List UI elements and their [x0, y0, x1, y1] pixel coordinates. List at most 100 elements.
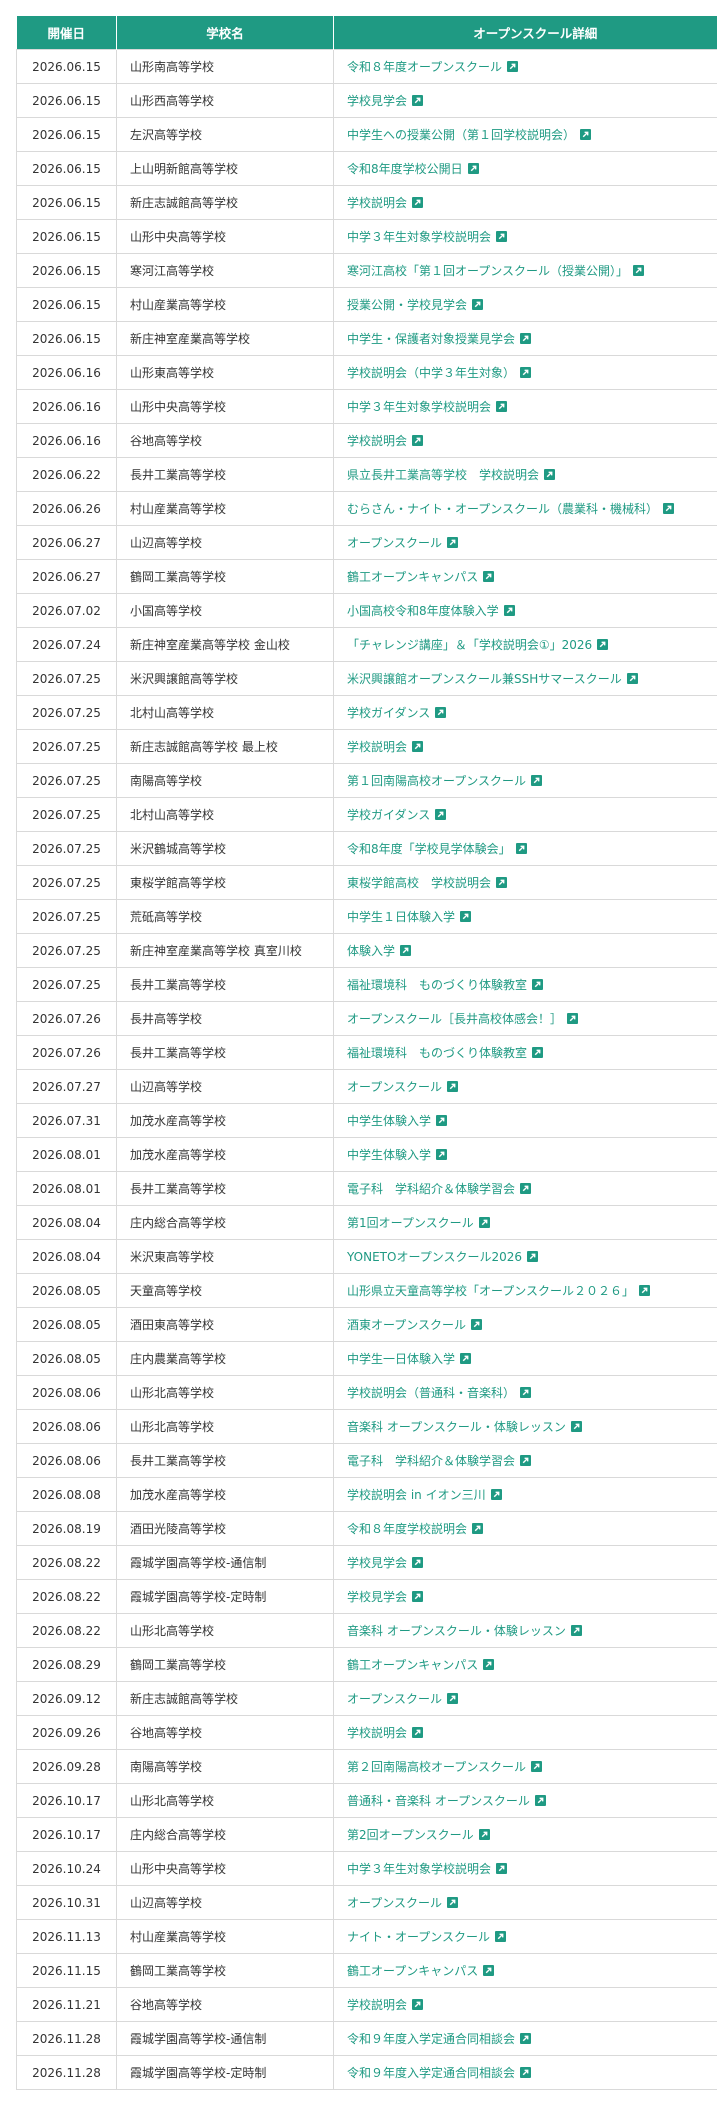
external-link-icon[interactable] [472, 299, 484, 310]
event-link[interactable]: 令和９年度入学定通合同相談会 [347, 2032, 515, 2046]
external-link-icon[interactable] [570, 1625, 582, 1636]
external-link-icon[interactable] [527, 1251, 539, 1262]
event-link[interactable]: 授業公開・学校見学会 [347, 298, 467, 312]
external-link-icon[interactable] [663, 503, 675, 514]
event-link[interactable]: 学校ガイダンス [347, 706, 430, 720]
external-link-icon[interactable] [515, 843, 527, 854]
external-link-icon[interactable] [503, 605, 515, 616]
external-link-icon[interactable] [435, 809, 447, 820]
external-link-icon[interactable] [412, 435, 424, 446]
external-link-icon[interactable] [520, 1455, 532, 1466]
external-link-icon[interactable] [520, 333, 532, 344]
external-link-icon[interactable] [447, 1081, 459, 1092]
event-link[interactable]: オープンスクール [347, 536, 442, 550]
event-link[interactable]: 体験入学 [347, 944, 395, 958]
event-link[interactable]: 中学生への授業公開（第１回学校説明会） [347, 128, 575, 142]
external-link-icon[interactable] [447, 1897, 459, 1908]
event-link[interactable]: オープンスクール [347, 1080, 442, 1094]
external-link-icon[interactable] [400, 945, 412, 956]
event-link[interactable]: 小国高校令和8年度体験入学 [347, 604, 499, 618]
event-link[interactable]: 音楽科 オープンスクール・体験レッスン [347, 1624, 566, 1638]
event-link[interactable]: 酒東オープンスクール [347, 1318, 466, 1332]
external-link-icon[interactable] [483, 1965, 495, 1976]
event-link[interactable]: 学校説明会 in イオン三川 [347, 1488, 486, 1502]
event-link[interactable]: 寒河江高校「第１回オープンスクール（授業公開）」 [347, 264, 628, 278]
event-link[interactable]: 電子科 学科紹介＆体験学習会 [347, 1182, 515, 1196]
event-link[interactable]: 「チャレンジ講座」＆「学校説明会①」2026 [347, 638, 592, 652]
event-link[interactable]: 普通科・音楽科 オープンスクール [347, 1794, 530, 1808]
external-link-icon[interactable] [580, 129, 592, 140]
event-link[interactable]: 鶴工オープンキャンパス [347, 570, 478, 584]
event-link[interactable]: 学校説明会 [347, 434, 407, 448]
event-link[interactable]: 鶴工オープンキャンパス [347, 1964, 478, 1978]
event-link[interactable]: 福祉環境科 ものづくり体験教室 [347, 978, 527, 992]
event-link[interactable]: 中学生・保護者対象授業見学会 [347, 332, 515, 346]
event-link[interactable]: 福祉環境科 ものづくり体験教室 [347, 1046, 527, 1060]
event-link[interactable]: 学校説明会 [347, 1726, 407, 1740]
event-link[interactable]: 第１回南陽高校オープンスクール [347, 774, 526, 788]
event-link[interactable]: 令和８年度オープンスクール [347, 60, 502, 74]
event-link[interactable]: 県立長井工業高等学校 学校説明会 [347, 468, 539, 482]
event-link[interactable]: 学校説明会 [347, 196, 407, 210]
event-link[interactable]: 第2回オープンスクール [347, 1828, 474, 1842]
event-link[interactable]: 令和９年度入学定通合同相談会 [347, 2066, 515, 2080]
event-link[interactable]: ナイト・オープンスクール [347, 1930, 490, 1944]
event-link[interactable]: 中学３年生対象学校説明会 [347, 1862, 491, 1876]
event-link[interactable]: オープンスクール [347, 1692, 442, 1706]
event-link[interactable]: 学校説明会（中学３年生対象） [347, 366, 515, 380]
event-link[interactable]: 第1回オープンスクール [347, 1216, 474, 1230]
external-link-icon[interactable] [496, 877, 508, 888]
external-link-icon[interactable] [490, 1489, 502, 1500]
external-link-icon[interactable] [495, 1931, 507, 1942]
event-link[interactable]: 学校説明会 [347, 1998, 407, 2012]
external-link-icon[interactable] [496, 1863, 508, 1874]
event-link[interactable]: 米沢興譲館オープンスクール兼SSHサマースクール [347, 672, 622, 686]
external-link-icon[interactable] [412, 1999, 424, 2010]
event-link[interactable]: YONETOオープンスクール2026 [347, 1250, 522, 1264]
external-link-icon[interactable] [496, 231, 508, 242]
event-link[interactable]: 電子科 学科紹介＆体験学習会 [347, 1454, 515, 1468]
event-link[interactable]: 令和8年度学校公開日 [347, 162, 463, 176]
external-link-icon[interactable] [472, 1523, 484, 1534]
external-link-icon[interactable] [633, 265, 645, 276]
event-link[interactable]: 音楽科 オープンスクール・体験レッスン [347, 1420, 566, 1434]
external-link-icon[interactable] [626, 673, 638, 684]
external-link-icon[interactable] [460, 1353, 472, 1364]
external-link-icon[interactable] [436, 1149, 448, 1160]
event-link[interactable]: 中学生一日体験入学 [347, 1352, 455, 1366]
external-link-icon[interactable] [412, 197, 424, 208]
external-link-icon[interactable] [532, 979, 544, 990]
external-link-icon[interactable] [412, 741, 424, 752]
external-link-icon[interactable] [520, 2067, 532, 2078]
external-link-icon[interactable] [507, 61, 519, 72]
event-link[interactable]: 中学生体験入学 [347, 1148, 431, 1162]
external-link-icon[interactable] [412, 1727, 424, 1738]
external-link-icon[interactable] [447, 1693, 459, 1704]
event-link[interactable]: 学校ガイダンス [347, 808, 430, 822]
external-link-icon[interactable] [531, 1761, 543, 1772]
external-link-icon[interactable] [483, 571, 495, 582]
external-link-icon[interactable] [460, 911, 472, 922]
external-link-icon[interactable] [496, 401, 508, 412]
external-link-icon[interactable] [412, 95, 424, 106]
event-link[interactable]: 学校見学会 [347, 94, 407, 108]
external-link-icon[interactable] [520, 1387, 532, 1398]
external-link-icon[interactable] [436, 1115, 448, 1126]
external-link-icon[interactable] [520, 367, 532, 378]
event-link[interactable]: 学校見学会 [347, 1556, 407, 1570]
event-link[interactable]: 中学生１日体験入学 [347, 910, 455, 924]
event-link[interactable]: 中学生体験入学 [347, 1114, 431, 1128]
event-link[interactable]: 中学３年生対象学校説明会 [347, 400, 491, 414]
event-link[interactable]: 山形県立天童高等学校「オープンスクール２０２６」 [347, 1284, 634, 1298]
external-link-icon[interactable] [412, 1557, 424, 1568]
event-link[interactable]: 学校見学会 [347, 1590, 407, 1604]
event-link[interactable]: オープンスクール [347, 1896, 442, 1910]
external-link-icon[interactable] [520, 1183, 532, 1194]
event-link[interactable]: オープンスクール［長井高校体感会！］ [347, 1012, 562, 1026]
event-link[interactable]: 令和８年度学校説明会 [347, 1522, 467, 1536]
event-link[interactable]: 学校説明会（普通科・音楽科） [347, 1386, 515, 1400]
external-link-icon[interactable] [531, 775, 543, 786]
external-link-icon[interactable] [567, 1013, 579, 1024]
external-link-icon[interactable] [471, 1319, 483, 1330]
external-link-icon[interactable] [478, 1829, 490, 1840]
